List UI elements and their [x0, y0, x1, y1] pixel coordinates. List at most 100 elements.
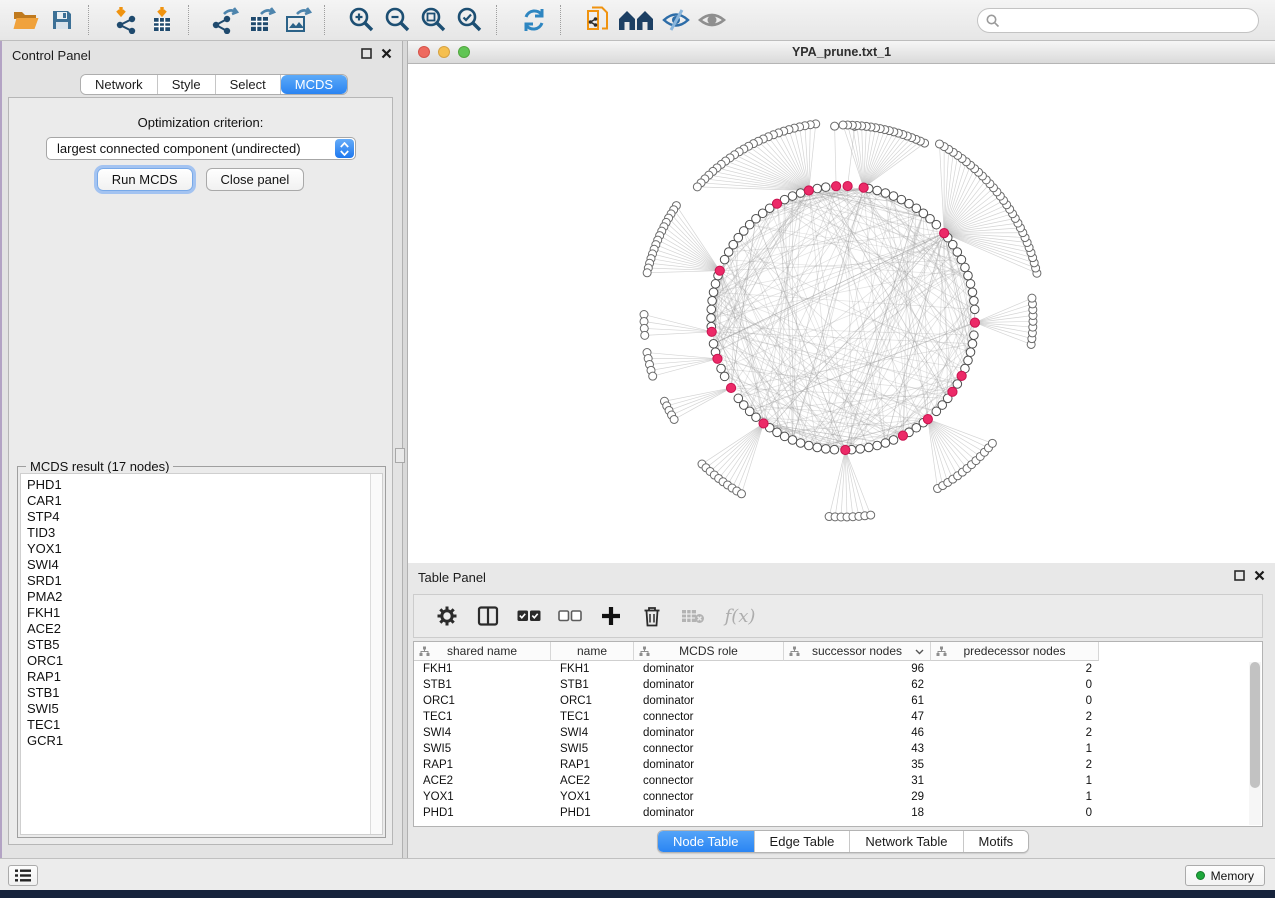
mcds-node[interactable]: [772, 199, 781, 208]
node[interactable]: [821, 183, 830, 192]
node[interactable]: [813, 443, 822, 452]
close-panel-icon[interactable]: [381, 48, 392, 59]
delete-table-button[interactable]: [680, 603, 706, 629]
node[interactable]: [881, 189, 890, 198]
node[interactable]: [720, 255, 729, 264]
node[interactable]: [708, 296, 717, 305]
mcds-result-item[interactable]: STB5: [21, 637, 382, 653]
node[interactable]: [780, 432, 789, 441]
import-table-button[interactable]: [144, 4, 180, 36]
node[interactable]: [788, 192, 797, 201]
show-all-button[interactable]: [694, 4, 730, 36]
mcds-node[interactable]: [898, 431, 907, 440]
node[interactable]: [831, 122, 839, 130]
mcds-node[interactable]: [948, 387, 957, 396]
column-header-name[interactable]: name: [551, 642, 634, 661]
node[interactable]: [988, 439, 996, 447]
mcds-result-item[interactable]: CAR1: [21, 493, 382, 509]
mcds-result-item[interactable]: FKH1: [21, 605, 382, 621]
status-menu-button[interactable]: [8, 865, 38, 886]
node[interactable]: [641, 331, 649, 339]
hide-selected-button[interactable]: [658, 4, 694, 36]
mcds-result-item[interactable]: GCR1: [21, 733, 382, 749]
column-header-shared-name[interactable]: shared name: [414, 642, 551, 661]
node[interactable]: [738, 490, 746, 498]
import-network-button[interactable]: [108, 4, 144, 36]
table-settings-button[interactable]: [434, 603, 460, 629]
select-all-button[interactable]: [516, 603, 542, 629]
mcds-result-item[interactable]: PMA2: [21, 589, 382, 605]
open-session-button[interactable]: [8, 4, 44, 36]
node[interactable]: [964, 271, 973, 280]
node[interactable]: [968, 339, 977, 348]
node[interactable]: [970, 331, 979, 340]
deselect-all-button[interactable]: [557, 603, 583, 629]
zoom-out-button[interactable]: [380, 4, 416, 36]
show-columns-button[interactable]: [475, 603, 501, 629]
column-header-MCDS-role[interactable]: MCDS role: [634, 642, 784, 661]
tab-node-table[interactable]: Node Table: [658, 831, 755, 852]
table-row[interactable]: PHD1PHD1dominator180: [414, 805, 1248, 821]
node[interactable]: [805, 441, 814, 450]
node[interactable]: [867, 511, 875, 519]
mcds-result-item[interactable]: SRD1: [21, 573, 382, 589]
node[interactable]: [966, 348, 975, 357]
mcds-result-item[interactable]: TEC1: [21, 717, 382, 733]
splitter-grip[interactable]: [395, 448, 405, 463]
node[interactable]: [970, 305, 979, 314]
node[interactable]: [881, 439, 890, 448]
table-row[interactable]: SWI5SWI5connector431: [414, 741, 1248, 757]
node[interactable]: [964, 356, 973, 365]
node[interactable]: [1028, 294, 1036, 302]
zoom-fit-button[interactable]: [416, 4, 452, 36]
table-row[interactable]: RAP1RAP1dominator352: [414, 757, 1248, 773]
node[interactable]: [953, 380, 962, 389]
table-row[interactable]: ORC1ORC1dominator610: [414, 693, 1248, 709]
node[interactable]: [966, 280, 975, 289]
mcds-result-item[interactable]: PHD1: [21, 477, 382, 493]
node[interactable]: [717, 364, 726, 373]
mcds-result-item[interactable]: TID3: [21, 525, 382, 541]
tab-motifs[interactable]: Motifs: [964, 831, 1029, 852]
search-input[interactable]: [1000, 14, 1258, 28]
mcds-result-item[interactable]: YOX1: [21, 541, 382, 557]
node[interactable]: [935, 140, 943, 148]
node[interactable]: [788, 436, 797, 445]
mcds-result-item[interactable]: RAP1: [21, 669, 382, 685]
zoom-selected-button[interactable]: [452, 4, 488, 36]
node[interactable]: [968, 288, 977, 297]
network-canvas[interactable]: [408, 64, 1275, 563]
tab-edge-table[interactable]: Edge Table: [755, 831, 851, 852]
node[interactable]: [873, 186, 882, 195]
node[interactable]: [864, 443, 873, 452]
export-image-button[interactable]: [280, 4, 316, 36]
mcds-node[interactable]: [843, 181, 852, 190]
node[interactable]: [970, 296, 979, 305]
close-panel-icon[interactable]: [1254, 570, 1265, 581]
node[interactable]: [670, 415, 678, 423]
node[interactable]: [897, 195, 906, 204]
home-button[interactable]: [616, 4, 658, 36]
node[interactable]: [643, 269, 651, 277]
export-table-button[interactable]: [244, 4, 280, 36]
table-row[interactable]: YOX1YOX1connector291: [414, 789, 1248, 805]
mcds-node[interactable]: [804, 186, 813, 195]
mcds-result-list[interactable]: PHD1CAR1STP4TID3YOX1SWI4SRD1PMA2FKH1ACE2…: [20, 473, 383, 835]
mcds-result-item[interactable]: ORC1: [21, 653, 382, 669]
network-view-titlebar[interactable]: YPA_prune.txt_1: [408, 41, 1275, 64]
mcds-result-item[interactable]: SWI5: [21, 701, 382, 717]
close-panel-button[interactable]: Close panel: [206, 168, 305, 191]
mcds-result-scrollbar[interactable]: [370, 474, 382, 834]
export-network-button[interactable]: [208, 4, 244, 36]
table-row[interactable]: SWI4SWI4dominator462: [414, 725, 1248, 741]
node[interactable]: [720, 372, 729, 381]
node[interactable]: [649, 372, 657, 380]
refresh-layout-button[interactable]: [516, 4, 552, 36]
node[interactable]: [889, 436, 898, 445]
table-row[interactable]: FKH1FKH1dominator962: [414, 661, 1248, 677]
mcds-result-item[interactable]: STP4: [21, 509, 382, 525]
mcds-node[interactable]: [713, 354, 722, 363]
node[interactable]: [873, 441, 882, 450]
column-header-successor-nodes[interactable]: successor nodes: [784, 642, 931, 661]
tab-network[interactable]: Network: [81, 75, 158, 94]
